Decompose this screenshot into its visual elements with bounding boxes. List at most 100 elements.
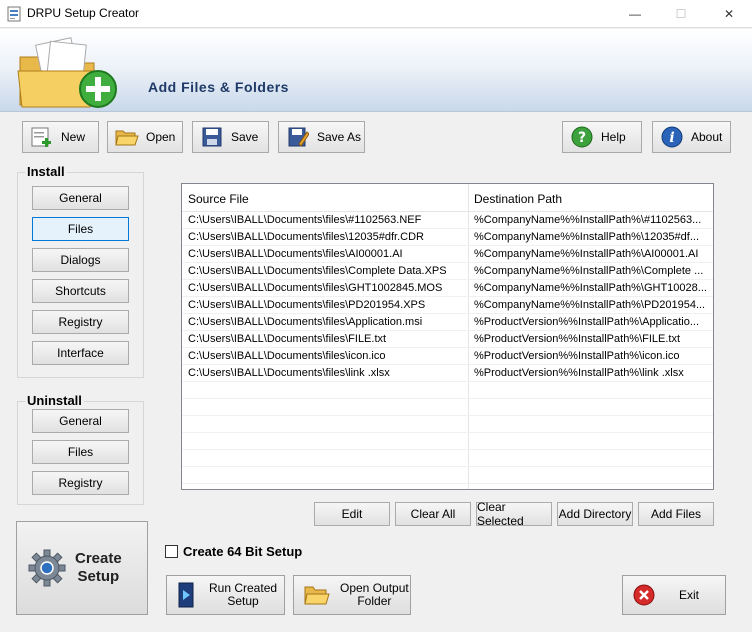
open-output-folder-button[interactable]: Open Output Folder	[293, 575, 411, 615]
destination-cell: %ProductVersion%%InstallPath%\icon.ico	[474, 350, 680, 362]
empty-row	[182, 467, 713, 484]
uninstall-general-button[interactable]: General	[32, 409, 129, 433]
about-button[interactable]: i About	[652, 121, 731, 153]
source-cell: C:\Users\IBALL\Documents\files\FILE.txt	[188, 333, 387, 345]
column-header-source[interactable]: Source File	[188, 192, 249, 206]
uninstall-registry-button[interactable]: Registry	[32, 471, 129, 495]
header-banner: Add Files & Folders	[0, 29, 752, 112]
create-64bit-option[interactable]: Create 64 Bit Setup	[165, 544, 302, 559]
create-64bit-label: Create 64 Bit Setup	[183, 544, 303, 559]
svg-text:i: i	[669, 130, 674, 146]
table-row[interactable]: C:\Users\IBALL\Documents\files\GHT100284…	[182, 280, 713, 297]
save-as-button-label: Save As	[317, 130, 362, 144]
files-table[interactable]: Source File Destination Path C:\Users\IB…	[181, 183, 714, 490]
source-cell: C:\Users\IBALL\Documents\files\12035#dfr…	[188, 231, 424, 243]
open-button-label: Open	[146, 130, 176, 144]
install-registry-button[interactable]: Registry	[32, 310, 129, 334]
uninstall-group-title: Uninstall	[25, 393, 84, 408]
uninstall-files-button[interactable]: Files	[32, 440, 129, 464]
destination-cell: %ProductVersion%%InstallPath%\FILE.txt	[474, 333, 681, 345]
destination-cell: %CompanyName%%InstallPath%\AI00001.AI	[474, 248, 699, 260]
help-button-label: Help	[601, 130, 626, 144]
maximize-button[interactable]: ☐	[658, 0, 704, 28]
destination-cell: %CompanyName%%InstallPath%\Complete ...	[474, 265, 704, 277]
install-group-title: Install	[25, 164, 67, 179]
source-cell: C:\Users\IBALL\Documents\files\AI00001.A…	[188, 248, 403, 260]
run-created-setup-line2: Setup	[227, 594, 259, 608]
svg-text:?: ?	[578, 130, 586, 146]
table-row[interactable]: C:\Users\IBALL\Documents\files\link .xls…	[182, 365, 713, 382]
clear-all-button[interactable]: Clear All	[395, 502, 471, 526]
about-button-label: About	[691, 130, 723, 144]
table-row[interactable]: C:\Users\IBALL\Documents\files\icon.ico%…	[182, 348, 713, 365]
title-bar: DRPU Setup Creator — ☐ ✕	[0, 0, 752, 28]
source-cell: C:\Users\IBALL\Documents\files\Applicati…	[188, 316, 423, 328]
destination-cell: %CompanyName%%InstallPath%\PD201954...	[474, 299, 706, 311]
create-setup-line2: Setup	[77, 568, 120, 585]
exit-button[interactable]: Exit	[622, 575, 726, 615]
create-setup-button[interactable]: Create Setup	[16, 521, 148, 615]
info-icon: i	[659, 124, 685, 150]
save-as-button[interactable]: Save As	[278, 121, 365, 153]
destination-cell: %CompanyName%%InstallPath%\12035#df...	[474, 231, 700, 243]
close-button[interactable]: ✕	[706, 0, 752, 28]
new-document-icon	[29, 124, 55, 150]
destination-cell: %ProductVersion%%InstallPath%\Applicatio…	[474, 316, 700, 328]
output-folder-icon	[304, 586, 330, 605]
create-64bit-checkbox[interactable]	[165, 545, 178, 558]
run-created-setup-button[interactable]: Run Created Setup	[166, 575, 285, 615]
column-header-destination[interactable]: Destination Path	[474, 192, 562, 206]
add-files-button[interactable]: Add Files	[638, 502, 714, 526]
save-button-label: Save	[231, 130, 259, 144]
table-row[interactable]: C:\Users\IBALL\Documents\files\Applicati…	[182, 314, 713, 331]
save-button[interactable]: Save	[192, 121, 269, 153]
table-row[interactable]: C:\Users\IBALL\Documents\files\#1102563.…	[182, 212, 713, 229]
empty-row	[182, 433, 713, 450]
help-button[interactable]: ? Help	[562, 121, 642, 153]
empty-row	[182, 382, 713, 399]
table-row[interactable]: C:\Users\IBALL\Documents\files\AI00001.A…	[182, 246, 713, 263]
save-disk-icon	[199, 124, 225, 150]
run-created-setup-label: Run Created Setup	[209, 582, 277, 608]
source-cell: C:\Users\IBALL\Documents\files\Complete …	[188, 265, 447, 277]
clear-selected-button[interactable]: Clear Selected	[476, 500, 552, 528]
run-setup-icon	[178, 582, 194, 608]
empty-row	[182, 416, 713, 433]
new-button[interactable]: New	[22, 121, 99, 153]
edit-button[interactable]: Edit	[314, 502, 390, 526]
save-as-icon	[285, 124, 311, 150]
install-general-button[interactable]: General	[32, 186, 129, 210]
exit-label: Exit	[679, 587, 700, 602]
open-output-folder-line2: Folder	[357, 594, 392, 608]
create-setup-label: Create Setup	[75, 550, 122, 586]
open-button[interactable]: Open	[107, 121, 183, 153]
source-cell: C:\Users\IBALL\Documents\files\icon.ico	[188, 350, 386, 362]
table-header: Source File Destination Path	[182, 184, 713, 212]
source-cell: C:\Users\IBALL\Documents\files\GHT100284…	[188, 282, 443, 294]
table-row[interactable]: C:\Users\IBALL\Documents\files\12035#dfr…	[182, 229, 713, 246]
help-icon: ?	[569, 124, 595, 150]
source-cell: C:\Users\IBALL\Documents\files\#1102563.…	[188, 214, 422, 226]
new-button-label: New	[61, 130, 86, 144]
install-shortcuts-button[interactable]: Shortcuts	[32, 279, 129, 303]
empty-row	[182, 450, 713, 467]
install-files-button[interactable]: Files	[32, 217, 129, 241]
destination-cell: %ProductVersion%%InstallPath%\link .xlsx	[474, 367, 684, 379]
window-title: DRPU Setup Creator	[27, 6, 140, 20]
install-interface-button[interactable]: Interface	[32, 341, 129, 365]
folder-add-icon	[17, 37, 117, 108]
page-title: Add Files & Folders	[148, 79, 289, 95]
open-output-folder-label: Open Output Folder	[340, 582, 409, 608]
create-setup-line1: Create	[75, 550, 122, 567]
table-row[interactable]: C:\Users\IBALL\Documents\files\FILE.txt%…	[182, 331, 713, 348]
add-directory-button[interactable]: Add Directory	[557, 502, 633, 526]
table-row[interactable]: C:\Users\IBALL\Documents\files\PD201954.…	[182, 297, 713, 314]
gear-icon	[28, 549, 66, 587]
source-cell: C:\Users\IBALL\Documents\files\PD201954.…	[188, 299, 426, 311]
minimize-button[interactable]: —	[612, 0, 658, 28]
open-folder-icon	[114, 124, 140, 150]
install-dialogs-button[interactable]: Dialogs	[32, 248, 129, 272]
table-row[interactable]: C:\Users\IBALL\Documents\files\Complete …	[182, 263, 713, 280]
app-icon	[7, 6, 21, 22]
empty-row	[182, 399, 713, 416]
